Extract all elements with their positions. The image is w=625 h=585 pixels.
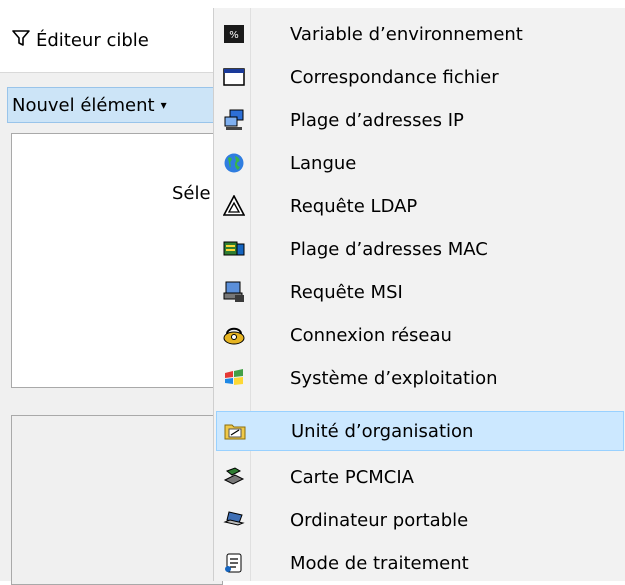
target-editor-label: Éditeur cible — [36, 29, 149, 51]
details-panel — [11, 415, 223, 585]
new-item-button[interactable]: Nouvel élément ▾ — [7, 87, 220, 123]
target-editor-button[interactable]: Éditeur cible — [12, 26, 149, 54]
ip-range-icon — [222, 108, 246, 132]
env-variable-icon: % — [222, 22, 246, 46]
menu-item-label: Variable d’environnement — [290, 23, 523, 45]
menu-item-organizational-unit[interactable]: Unité d’organisation — [216, 411, 624, 451]
laptop-icon — [222, 508, 246, 532]
msi-query-icon — [222, 280, 246, 304]
menu-item-processing-mode[interactable]: Mode de traitement — [216, 543, 624, 583]
filter-icon — [12, 29, 30, 52]
selection-panel: Séle — [11, 133, 223, 388]
menu-item-language[interactable]: Langue — [216, 143, 624, 183]
org-unit-icon — [223, 419, 247, 443]
menu-item-network-connection[interactable]: Connexion réseau — [216, 315, 624, 355]
ldap-triangle-icon — [222, 194, 246, 218]
chevron-down-icon: ▾ — [160, 98, 167, 112]
new-item-menu: % Variable d’environnement Correspondanc… — [213, 8, 625, 581]
menu-item-label: Connexion réseau — [290, 324, 452, 346]
menu-item-label: Système d’exploitation — [290, 367, 498, 389]
menu-item-label: Unité d’organisation — [291, 420, 474, 442]
new-item-label: Nouvel élément — [12, 94, 155, 116]
pcmcia-card-icon — [222, 465, 246, 489]
menu-item-ldap-query[interactable]: Requête LDAP — [216, 186, 624, 226]
menu-item-ip-range[interactable]: Plage d’adresses IP — [216, 100, 624, 140]
mac-range-icon — [222, 237, 246, 261]
windows-os-icon — [222, 366, 246, 390]
network-connection-icon — [222, 323, 246, 347]
menu-item-label: Correspondance fichier — [290, 66, 499, 88]
menu-item-label: Langue — [290, 152, 357, 174]
menu-item-label: Plage d’adresses MAC — [290, 238, 488, 260]
menu-item-label: Carte PCMCIA — [290, 466, 414, 488]
menu-item-environment-variable[interactable]: % Variable d’environnement — [216, 14, 624, 54]
processing-mode-icon — [222, 551, 246, 575]
menu-item-operating-system[interactable]: Système d’exploitation — [216, 358, 624, 398]
selection-hint-text: Séle — [172, 183, 211, 204]
menu-item-label: Ordinateur portable — [290, 509, 469, 531]
menu-item-label: Mode de traitement — [290, 552, 469, 574]
file-match-icon — [222, 65, 246, 89]
menu-item-label: Requête MSI — [290, 281, 403, 303]
menu-item-laptop[interactable]: Ordinateur portable — [216, 500, 624, 540]
menu-item-msi-query[interactable]: Requête MSI — [216, 272, 624, 312]
menu-item-label: Plage d’adresses IP — [290, 109, 464, 131]
svg-text:%: % — [229, 30, 239, 41]
menu-item-mac-range[interactable]: Plage d’adresses MAC — [216, 229, 624, 269]
menu-item-pcmcia-card[interactable]: Carte PCMCIA — [216, 457, 624, 497]
menu-item-file-match[interactable]: Correspondance fichier — [216, 57, 624, 97]
globe-icon — [222, 151, 246, 175]
menu-item-label: Requête LDAP — [290, 195, 418, 217]
